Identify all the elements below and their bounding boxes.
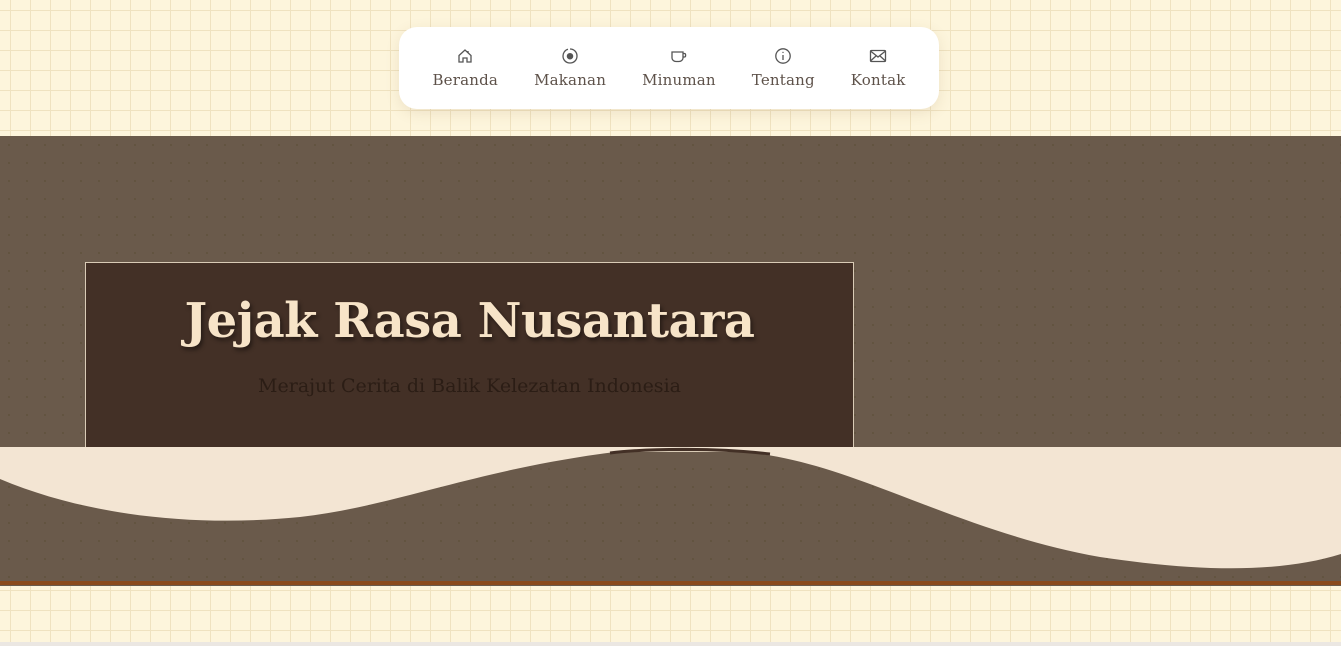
hero-section: Jejak Rasa Nusantara Merajut Cerita di B…	[0, 136, 1341, 586]
nav-item-minuman[interactable]: Minuman	[624, 38, 734, 98]
nav-label-minuman: Minuman	[642, 71, 716, 89]
cup-icon	[670, 47, 688, 65]
mail-icon	[869, 47, 887, 65]
nav-label-tentang: Tentang	[751, 71, 815, 89]
hero-title-box: Jejak Rasa Nusantara Merajut Cerita di B…	[85, 262, 854, 452]
nav-item-makanan[interactable]: Makanan	[516, 38, 624, 98]
hero-title: Jejak Rasa Nusantara	[184, 293, 755, 349]
nav-label-makanan: Makanan	[534, 71, 607, 89]
page-bottom-edge	[0, 642, 1341, 646]
hero-wave-divider	[0, 447, 1341, 569]
nav-label-beranda: Beranda	[432, 71, 499, 89]
info-icon	[774, 47, 792, 65]
hero-bottom-border	[0, 581, 1341, 585]
nav-item-kontak[interactable]: Kontak	[833, 38, 924, 98]
home-icon	[456, 47, 474, 65]
hero-subtitle: Merajut Cerita di Balik Kelezatan Indone…	[258, 375, 681, 397]
nav-item-beranda[interactable]: Beranda	[414, 38, 516, 98]
nav-label-kontak: Kontak	[850, 71, 906, 89]
food-icon	[561, 47, 579, 65]
nav-item-tentang[interactable]: Tentang	[734, 38, 833, 98]
main-navigation: Beranda Makanan Minuman Tentang Kontak	[399, 27, 939, 109]
